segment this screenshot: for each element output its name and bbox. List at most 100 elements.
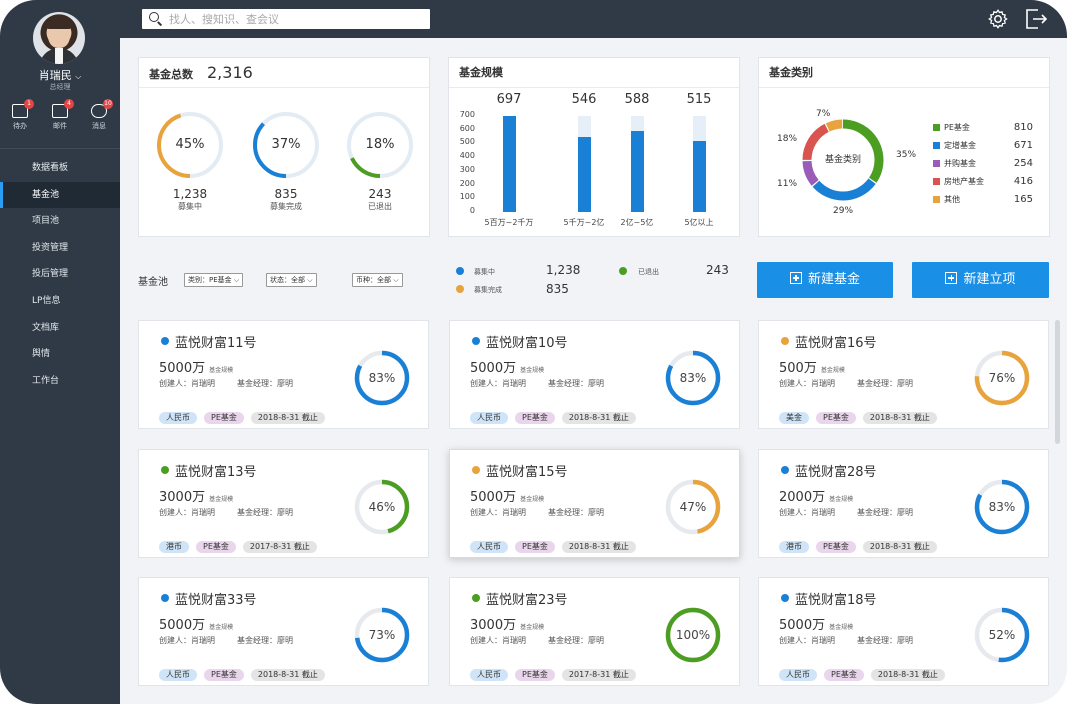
fund-progress-percent: 76%	[988, 371, 1016, 385]
status-dot	[161, 337, 169, 345]
fund-card[interactable]: 蓝悦财富33号 5000万 基金规模 创建人：肖瑞明 基金经理：廖明 人民币 PE基金 201…	[138, 577, 429, 686]
quick-todo[interactable]: 1 待办	[5, 99, 35, 131]
fund-people: 创建人：肖瑞明 基金经理：廖明	[159, 636, 293, 645]
x-tick-label: 5百万~2千万	[484, 218, 534, 227]
status-dot	[161, 594, 169, 602]
scrollbar[interactable]	[1055, 320, 1060, 444]
legend-item[interactable]: PE基金 810	[933, 122, 1033, 133]
legend-item[interactable]: 其他 165	[933, 194, 1033, 205]
fund-card[interactable]: 蓝悦财富11号 5000万 基金规模 创建人：肖瑞明 基金经理：廖明 人民币 PE基金 201…	[138, 320, 429, 429]
fund-card[interactable]: 蓝悦财富13号 3000万 基金规模 创建人：肖瑞明 基金经理：廖明 港币 PE基金 2017…	[138, 449, 429, 558]
user-name[interactable]: 肖瑞民 ⌵	[0, 67, 120, 83]
nav-item-sentiment[interactable]: 舆情	[0, 341, 120, 368]
new-fund-button[interactable]: 新建基金	[757, 262, 893, 298]
fund-amount: 2000万 基金规模	[779, 490, 854, 505]
chevron-down-icon: ⌵	[307, 276, 313, 284]
legend-label: 其他	[944, 195, 960, 204]
app-window: 肖瑞民 ⌵ 总经理 1 待办 4 邮件 10 消息 数据看板 基金池 项目池 投…	[0, 0, 1067, 704]
legend-value: 671	[1013, 140, 1033, 151]
fund-category-panel: 基金类别 基金类别 35% 29% 11% 18% 7% PE基金 810 定增基金…	[758, 57, 1050, 237]
gear-icon[interactable]	[987, 8, 1009, 30]
stat-label: 募集中	[474, 268, 495, 276]
fund-name[interactable]: 蓝悦财富11号	[175, 332, 257, 351]
pie-percent-label: 18%	[777, 134, 798, 144]
fund-card[interactable]: 蓝悦财富23号 3000万 基金规模 创建人：肖瑞明 基金经理：廖明 人民币 PE基金 201…	[449, 577, 740, 686]
fund-name[interactable]: 蓝悦财富28号	[795, 461, 877, 480]
fund-name[interactable]: 蓝悦财富13号	[175, 461, 257, 480]
bar[interactable]	[693, 141, 706, 212]
nav-item-lp-info[interactable]: LP信息	[0, 288, 120, 315]
currency-tag: 港币	[159, 541, 189, 553]
chevron-down-icon[interactable]: ⌵	[75, 72, 81, 81]
fund-tags: 人民币 PE基金 2018-8-31 截止	[159, 405, 332, 424]
fund-name[interactable]: 蓝悦财富16号	[795, 332, 877, 351]
fund-amount: 5000万 基金规模	[470, 490, 545, 505]
legend-item[interactable]: 定增基金 671	[933, 140, 1033, 151]
ring-label: 募集完成	[270, 202, 302, 211]
fund-card[interactable]: 蓝悦财富10号 5000万 基金规模 创建人：肖瑞明 基金经理：廖明 人民币 PE基金 201…	[449, 320, 740, 429]
todo-icon: 1	[12, 99, 34, 118]
search-box[interactable]	[142, 9, 430, 29]
fund-people: 创建人：肖瑞明 基金经理：廖明	[470, 636, 604, 645]
type-tag: PE基金	[816, 412, 856, 424]
fund-name[interactable]: 蓝悦财富33号	[175, 589, 257, 608]
nav-item-dashboard[interactable]: 数据看板	[0, 155, 120, 182]
ring-label: 已退出	[368, 202, 392, 211]
search-input[interactable]	[169, 9, 424, 29]
currency-select[interactable]: 币种：全部 ⌵	[352, 273, 403, 287]
fund-tags: 港币 PE基金 2018-8-31 截止	[779, 534, 944, 553]
ring-raising: 45% 1,238 募集中	[155, 110, 225, 212]
bar[interactable]	[578, 137, 591, 212]
legend-swatch	[933, 124, 940, 131]
legend-value: 810	[1013, 122, 1033, 133]
nav-item-workbench[interactable]: 工作台	[0, 368, 120, 395]
category-select[interactable]: 类别：PE基金 ⌵	[184, 273, 244, 287]
deadline-tag: 2018-8-31 截止	[862, 541, 937, 553]
type-tag: PE基金	[515, 412, 555, 424]
donut-center-label: 基金类别	[824, 155, 861, 165]
fund-tags: 港币 PE基金 2017-8-31 截止	[159, 534, 324, 553]
bar-value-label: 546	[571, 92, 597, 107]
fund-amount: 500万 基金规模	[779, 361, 845, 376]
fund-pool-label: 基金池	[138, 277, 168, 288]
fund-name[interactable]: 蓝悦财富10号	[486, 332, 568, 351]
fund-tags: 人民币 PE基金 2018-8-31 截止	[779, 662, 952, 681]
fund-name[interactable]: 蓝悦财富15号	[486, 461, 568, 480]
plus-icon	[789, 272, 802, 284]
legend-item[interactable]: 房地产基金 416	[933, 176, 1033, 187]
fund-tags: 人民币 PE基金 2018-8-31 截止	[470, 534, 643, 553]
fund-total: 2,316	[207, 63, 253, 82]
quick-label: 消息	[92, 122, 106, 130]
avatar[interactable]	[33, 12, 85, 64]
quick-message[interactable]: 10 消息	[84, 99, 114, 131]
bar[interactable]	[503, 116, 516, 212]
fund-card[interactable]: 蓝悦财富18号 5000万 基金规模 创建人：肖瑞明 基金经理：廖明 人民币 PE基金 201…	[758, 577, 1049, 686]
type-tag: PE基金	[816, 541, 856, 553]
new-project-button[interactable]: 新建立项	[912, 262, 1049, 298]
fund-card[interactable]: 蓝悦财富16号 500万 基金规模 创建人：肖瑞明 基金经理：廖明 美金 PE基金 2018-…	[758, 320, 1049, 429]
panel-title: 基金规模	[459, 66, 503, 79]
status-select[interactable]: 状态：全部 ⌵	[266, 273, 317, 287]
fund-name[interactable]: 蓝悦财富18号	[795, 589, 877, 608]
nav-item-fund-pool[interactable]: 基金池	[0, 181, 120, 209]
fund-card[interactable]: 蓝悦财富28号 2000万 基金规模 创建人：肖瑞明 基金经理：廖明 港币 PE基金 2018…	[758, 449, 1049, 558]
fund-tags: 人民币 PE基金 2018-8-31 截止	[470, 405, 643, 424]
y-tick-label: 0	[469, 206, 475, 215]
nav-item-project-pool[interactable]: 项目池	[0, 208, 120, 235]
legend-label: 房地产基金	[944, 177, 984, 186]
status-dot	[161, 466, 169, 474]
logout-icon[interactable]	[1024, 8, 1048, 30]
nav-item-documents[interactable]: 文档库	[0, 315, 120, 342]
fund-name[interactable]: 蓝悦财富23号	[486, 589, 568, 608]
status-dot	[456, 267, 464, 275]
y-tick-label: 300	[459, 164, 475, 174]
legend-swatch	[933, 196, 940, 203]
legend-item[interactable]: 并购基金 254	[933, 158, 1033, 169]
nav-item-investment[interactable]: 投资管理	[0, 235, 120, 262]
quick-mail[interactable]: 4 邮件	[45, 99, 75, 131]
fund-card[interactable]: 蓝悦财富15号 5000万 基金规模 创建人：肖瑞明 基金经理：廖明 人民币 PE基金 201…	[449, 449, 740, 558]
nav-item-post-investment[interactable]: 投后管理	[0, 261, 120, 288]
bar[interactable]	[631, 131, 644, 212]
bar-value-label: 588	[624, 92, 650, 107]
y-tick-label: 400	[459, 151, 475, 161]
